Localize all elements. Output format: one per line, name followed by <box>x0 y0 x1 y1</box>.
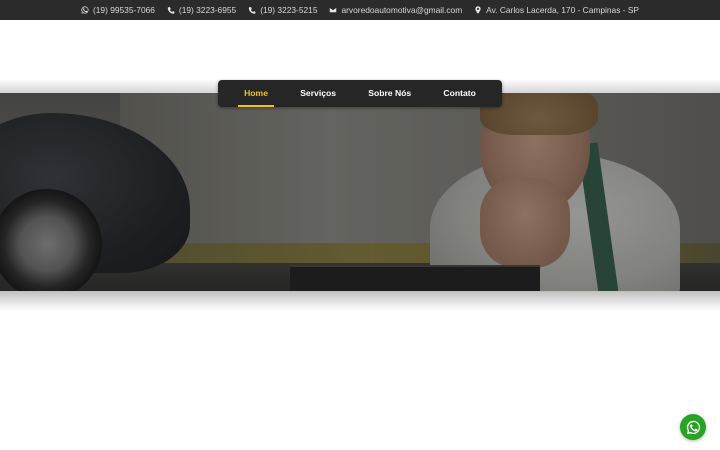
whatsapp-number: (19) 99535-7066 <box>92 5 155 15</box>
phone-contact-2[interactable]: (19) 3223-5215 <box>248 5 317 15</box>
nav-item-contato[interactable]: Contato <box>437 80 481 107</box>
top-contact-bar: (19) 99535-7066 (19) 3223-6955 (19) 3223… <box>0 0 720 20</box>
map-pin-icon <box>475 6 481 14</box>
whatsapp-floating-button[interactable] <box>680 414 706 440</box>
street-address: Av. Carlos Lacerda, 170 - Campinas - SP <box>486 5 640 15</box>
nav-item-servicos[interactable]: Serviços <box>294 80 342 107</box>
main-navigation: Home Serviços Sobre Nós Contato <box>218 80 502 107</box>
phone-icon <box>167 6 175 14</box>
phone-number-2: (19) 3223-5215 <box>260 5 318 15</box>
address-contact[interactable]: Av. Carlos Lacerda, 170 - Campinas - SP <box>474 5 639 15</box>
hero-bottom-band <box>0 291 720 311</box>
hero-banner-image <box>0 93 720 291</box>
whatsapp-contact[interactable]: (19) 99535-7066 <box>81 5 155 15</box>
envelope-icon <box>329 7 338 13</box>
email-contact[interactable]: arvoredoautomotiva@gmail.com <box>329 5 462 15</box>
nav-item-sobre-nos[interactable]: Sobre Nós <box>362 80 417 107</box>
whatsapp-icon <box>81 6 89 14</box>
whatsapp-icon <box>686 420 700 434</box>
email-address: arvoredoautomotiva@gmail.com <box>341 5 463 15</box>
phone-icon <box>249 6 256 14</box>
phone-number-1: (19) 3223-6955 <box>178 5 237 15</box>
nav-item-home[interactable]: Home <box>238 80 274 107</box>
phone-contact-1[interactable]: (19) 3223-6955 <box>167 5 236 15</box>
